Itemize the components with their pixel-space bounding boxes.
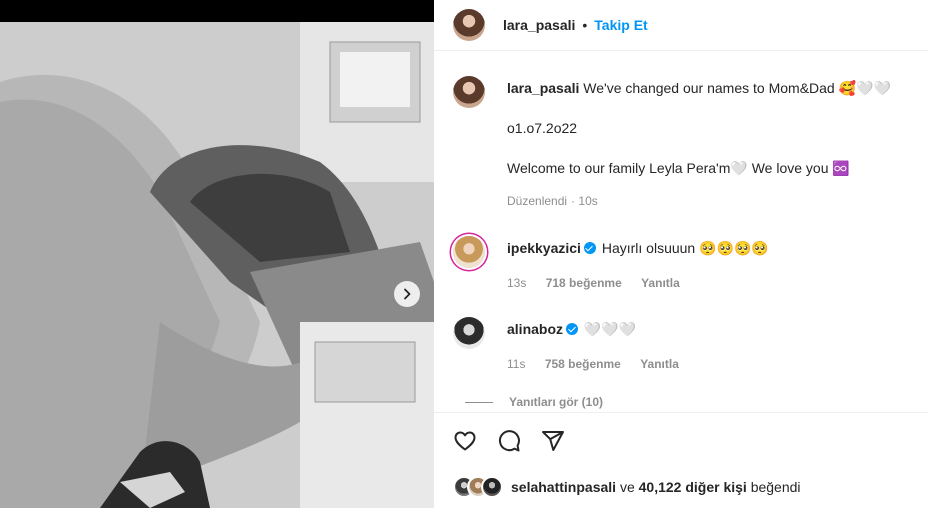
caption-line-3: Welcome to our family Leyla Pera'm🤍 We l… [507, 160, 850, 176]
share-icon [542, 431, 564, 451]
comment-time: 13s [507, 276, 527, 290]
likes-suffix: beğendi [750, 479, 801, 495]
chevron-right-icon [404, 288, 411, 300]
like-button[interactable] [452, 428, 478, 454]
commenter-username[interactable]: ipekkyazici [507, 240, 581, 256]
commenter-avatar[interactable] [453, 236, 485, 268]
comment-likes[interactable]: 718 beğenme [546, 276, 622, 290]
comment-meta: 11s 758 beğenme Yanıtla [507, 357, 695, 371]
comment-text: Hayırlı olsuuun 🥺🥺🥺🥺 [601, 240, 769, 256]
comments-section[interactable]: lara_pasali We've changed our names to M… [434, 51, 928, 412]
likes-summary: selahattinpasali ve 40,122 diğer kişi be… [453, 475, 801, 499]
commenter-avatar[interactable] [453, 317, 485, 349]
commenter-username[interactable]: alinaboz [507, 321, 563, 337]
comment-button[interactable] [496, 428, 522, 454]
caption-meta: Düzenlendi · 10s [507, 194, 630, 208]
author-avatar[interactable] [453, 8, 485, 41]
action-bar [452, 428, 584, 454]
caption-line-2: o1.o7.2o22 [507, 120, 578, 136]
caption-avatar[interactable] [453, 76, 485, 108]
post-header: lara_pasali • Takip Et [434, 0, 928, 49]
likes-connector: ve [619, 479, 635, 495]
separator-dot: • [582, 16, 588, 33]
view-replies-button[interactable]: Yanıtları gör (10) [464, 395, 603, 409]
next-photo-button[interactable] [394, 281, 420, 307]
verified-badge-icon [583, 242, 596, 254]
share-button[interactable] [540, 428, 566, 454]
caption-time: · 10s [571, 194, 598, 208]
post-photo [0, 22, 434, 508]
likes-text: selahattinpasali ve 40,122 diğer kişi be… [511, 479, 801, 495]
comment-time: 11s [507, 357, 526, 371]
caption-text-1: We've changed our names to Mom&Dad 🥰🤍🤍 [583, 80, 891, 96]
caption-username[interactable]: lara_pasali [507, 80, 579, 96]
heart-icon [454, 431, 476, 451]
actions-divider [434, 412, 928, 413]
verified-badge-icon [566, 323, 579, 335]
liker-avatars[interactable] [453, 476, 503, 498]
edited-label: Düzenlendi [507, 194, 568, 208]
post-details-panel: lara_pasali • Takip Et lara_pasali We've… [434, 0, 928, 508]
reply-button[interactable]: Yanıtla [640, 357, 679, 371]
comment-icon [498, 430, 520, 452]
comment-likes[interactable]: 758 beğenme [545, 357, 621, 371]
comment-text: 🤍🤍🤍 [583, 321, 637, 337]
likes-count[interactable]: 40,122 diğer kişi [639, 479, 747, 495]
liker-avatar [481, 476, 503, 498]
author-username[interactable]: lara_pasali [503, 17, 575, 33]
caption-line-1: lara_pasali We've changed our names to M… [507, 79, 917, 97]
reply-button[interactable]: Yanıtla [641, 276, 680, 290]
comment-meta: 13s 718 beğenme Yanıtla [507, 276, 696, 290]
follow-button[interactable]: Takip Et [594, 17, 647, 33]
liker-username[interactable]: selahattinpasali [511, 479, 616, 495]
post-media[interactable] [0, 0, 434, 508]
